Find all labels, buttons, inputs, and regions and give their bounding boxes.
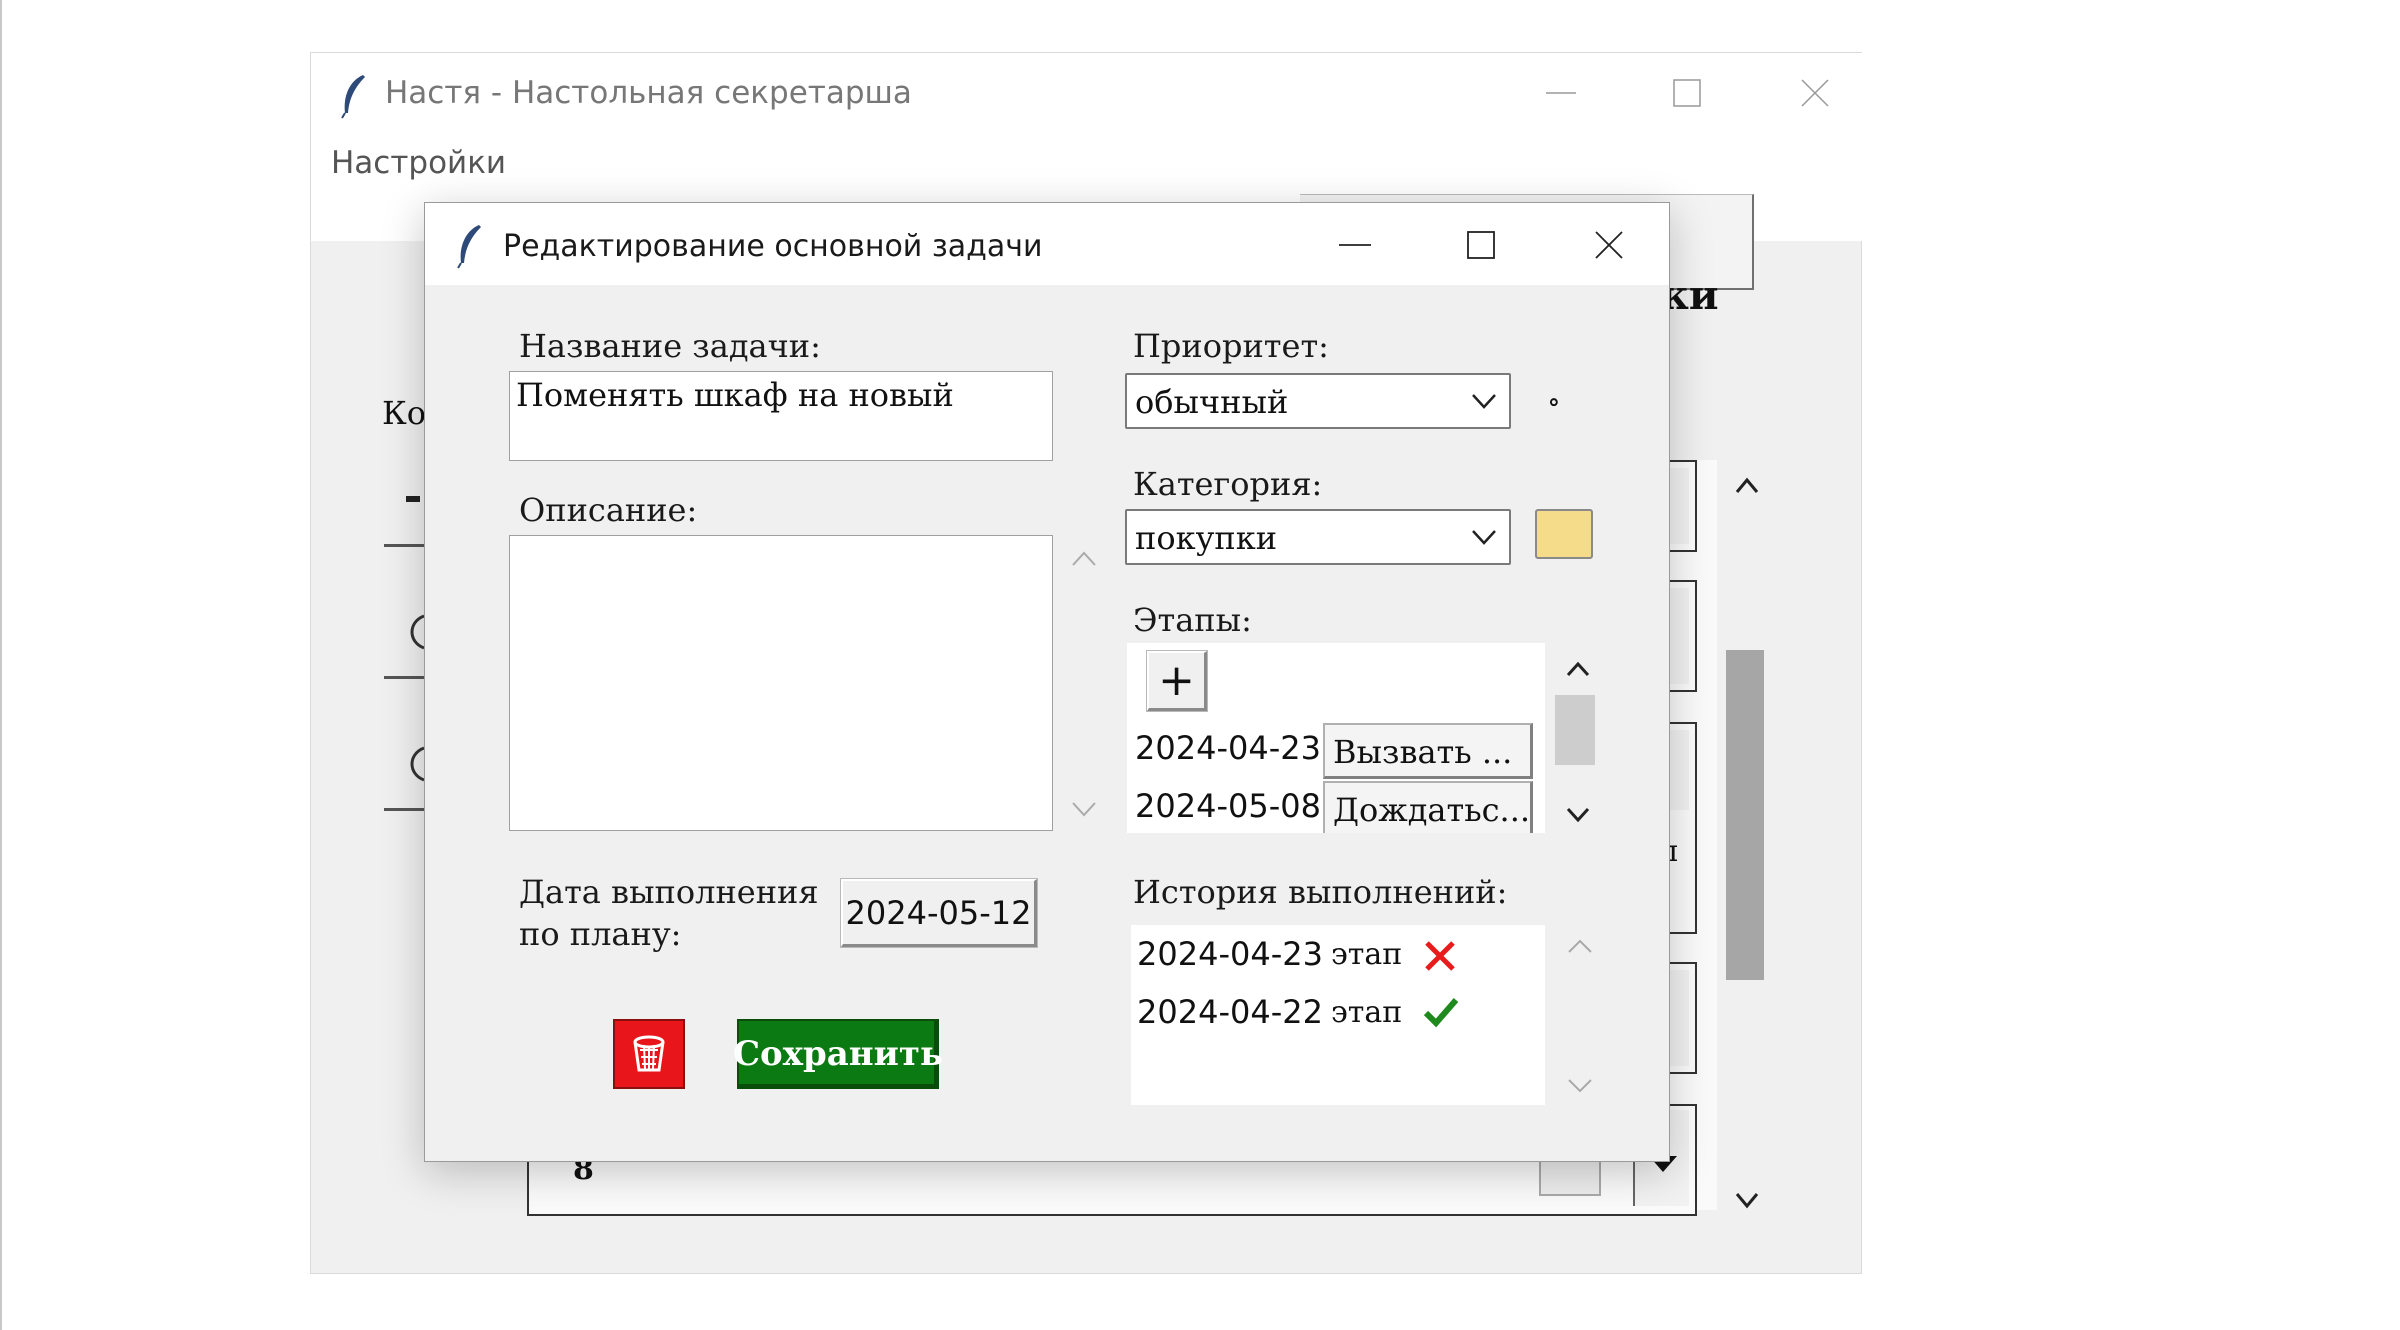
stage-button[interactable]: Дождатьс... — [1323, 781, 1533, 833]
priority-label: Приоритет: — [1133, 327, 1329, 365]
maximize-icon — [1673, 79, 1701, 107]
history-list: 2024-04-23 этап 2024-04-22 этап — [1131, 925, 1545, 1105]
stages-list: + 2024-04-23 Вызвать ... 2024-05-08 Дожд… — [1127, 643, 1545, 833]
trash-icon — [633, 1035, 665, 1072]
chevron-down-icon — [1472, 530, 1496, 545]
history-kind: этап — [1331, 937, 1403, 972]
feather-icon — [339, 73, 369, 123]
due-date-label-line1: Дата выполнения — [519, 873, 819, 911]
priority-value: обычный — [1135, 383, 1289, 421]
history-date: 2024-04-22 — [1137, 993, 1323, 1031]
category-label: Категория: — [1133, 465, 1323, 503]
save-button[interactable]: Сохранить — [733, 1019, 943, 1089]
main-titlebar: Настя - Настольная секретарша — [311, 53, 1863, 133]
delete-button[interactable] — [613, 1019, 685, 1089]
description-scroll-down-icon[interactable] — [1069, 799, 1099, 823]
screen-edge-line — [0, 0, 2, 1330]
edit-task-dialog: Редактирование основной задачи Название … — [424, 202, 1670, 1162]
cross-icon — [1423, 939, 1457, 977]
add-stage-button[interactable]: + — [1146, 650, 1208, 712]
category-color-swatch[interactable] — [1535, 509, 1593, 559]
category-value: покупки — [1135, 519, 1278, 557]
menu-settings[interactable]: Настройки — [331, 145, 506, 181]
history-scroll-down-icon[interactable] — [1565, 1075, 1595, 1099]
stage-date: 2024-04-23 — [1135, 729, 1321, 767]
history-label: История выполнений: — [1133, 873, 1508, 911]
background-scrollbar-thumb[interactable] — [1726, 650, 1764, 980]
stages-scrollbar-thumb[interactable] — [1555, 695, 1595, 765]
history-kind: этап — [1331, 995, 1403, 1030]
history-date: 2024-04-23 — [1137, 935, 1323, 973]
maximize-button[interactable] — [1647, 63, 1727, 123]
stage-date: 2024-05-08 — [1135, 787, 1321, 825]
priority-select[interactable]: обычный — [1125, 373, 1511, 429]
due-date-button[interactable]: 2024-05-12 — [840, 878, 1038, 948]
task-name-field[interactable]: Поменять шкаф на новый — [509, 371, 1053, 461]
description-field[interactable] — [509, 535, 1053, 831]
priority-marker: ∘ — [1547, 385, 1561, 418]
check-icon — [1423, 995, 1459, 1033]
feather-icon — [455, 223, 485, 273]
task-name-value: Поменять шкаф на новый — [516, 376, 954, 414]
stages-label: Этапы: — [1133, 601, 1252, 639]
category-select[interactable]: покупки — [1125, 509, 1511, 565]
stages-scroll-up-icon[interactable] — [1563, 657, 1593, 681]
minimize-button[interactable] — [1521, 63, 1601, 123]
stages-scroll-down-icon[interactable] — [1563, 803, 1593, 827]
history-scroll-up-icon[interactable] — [1565, 935, 1595, 959]
dialog-minimize-button[interactable] — [1315, 215, 1395, 275]
scroll-up-icon[interactable] — [1734, 474, 1760, 500]
stage-button[interactable]: Вызвать ... — [1323, 723, 1533, 779]
background-divider — [384, 808, 424, 811]
description-scroll-up-icon[interactable] — [1069, 547, 1099, 571]
task-name-label: Название задачи: — [519, 327, 821, 365]
minimize-icon — [1546, 92, 1576, 94]
description-label: Описание: — [519, 491, 698, 529]
close-icon — [1595, 231, 1623, 259]
background-divider — [384, 676, 424, 679]
chevron-down-icon — [1472, 394, 1496, 409]
dialog-title: Редактирование основной задачи — [503, 229, 1043, 264]
due-date-label-line2: по плану: — [519, 915, 682, 953]
background-dash — [406, 496, 420, 502]
scroll-down-icon[interactable] — [1734, 1190, 1760, 1216]
main-window-title: Настя - Настольная секретарша — [385, 75, 912, 111]
maximize-icon — [1467, 231, 1495, 259]
eye-icon[interactable] — [402, 612, 426, 656]
eye-icon[interactable] — [402, 744, 426, 788]
dialog-titlebar: Редактирование основной задачи — [425, 203, 1669, 285]
background-divider — [384, 544, 424, 547]
dialog-maximize-button[interactable] — [1441, 215, 1521, 275]
close-button[interactable] — [1775, 63, 1855, 123]
background-label: Ко — [382, 394, 427, 432]
dialog-close-button[interactable] — [1569, 215, 1649, 275]
minimize-icon — [1339, 244, 1371, 246]
close-icon — [1801, 79, 1829, 107]
